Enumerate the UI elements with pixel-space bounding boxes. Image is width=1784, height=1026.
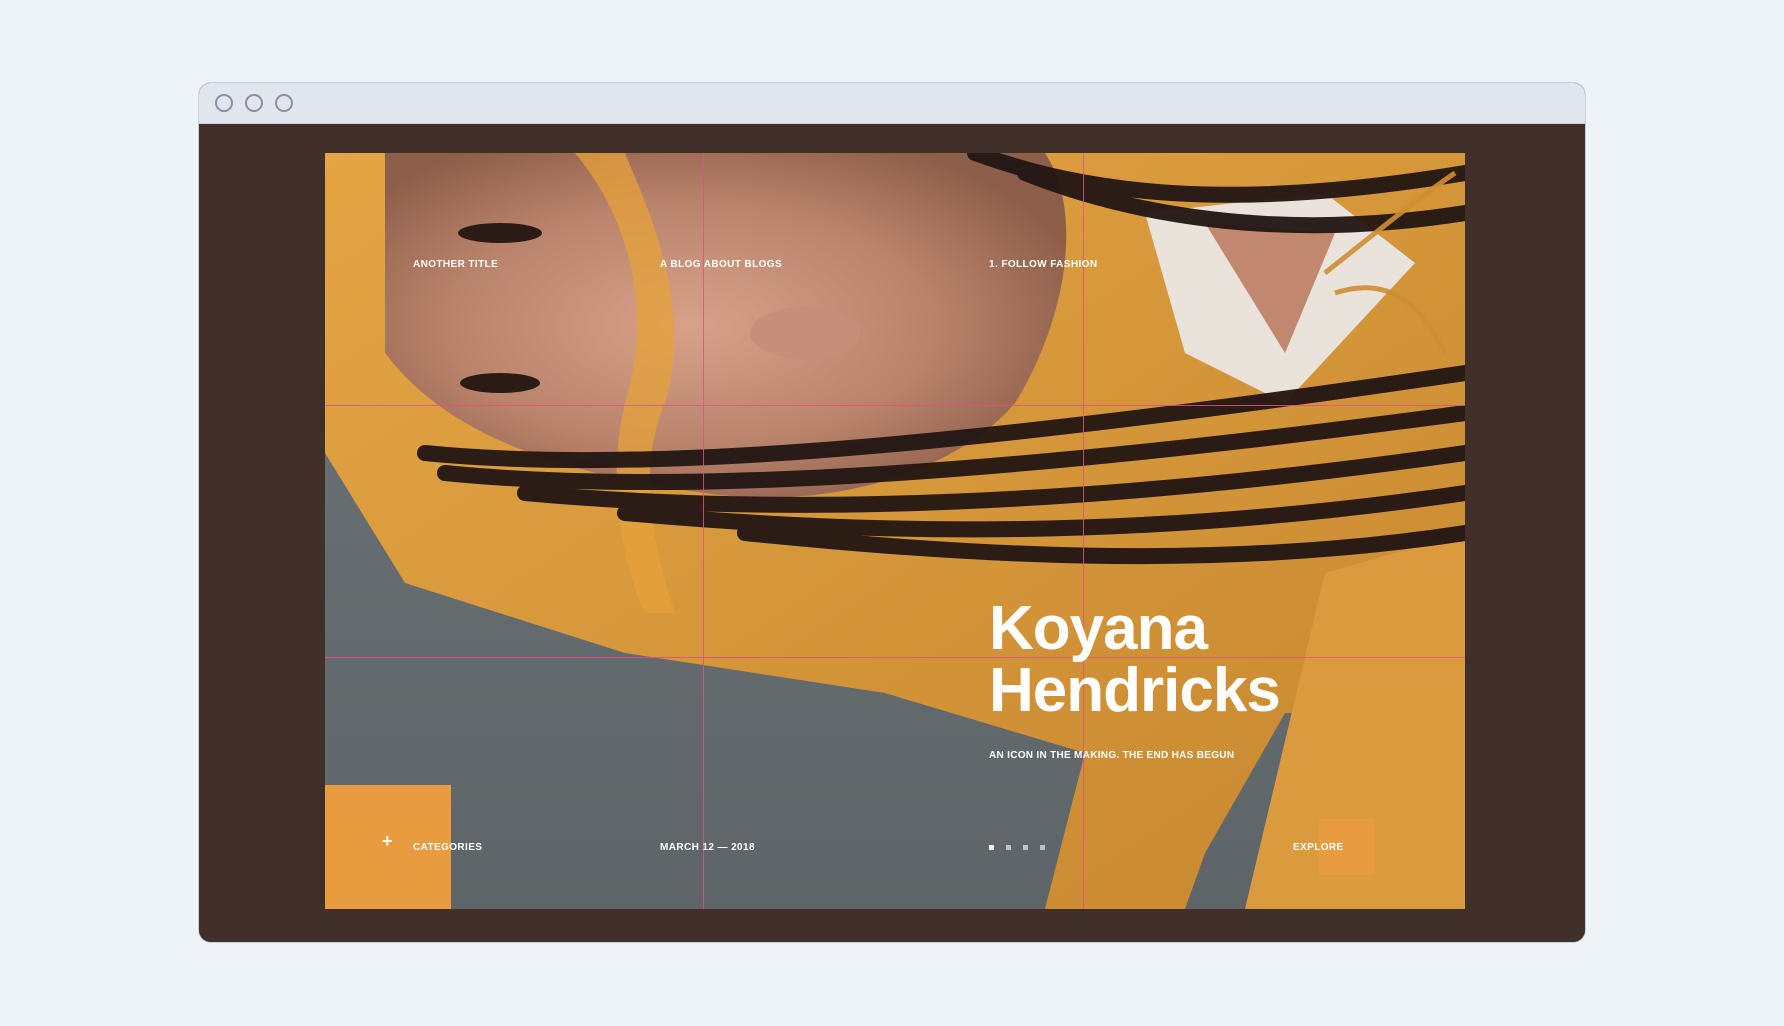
window-close-dot-icon[interactable]	[215, 94, 233, 112]
post-date: MARCH 12 — 2018	[660, 842, 755, 853]
window-minimize-dot-icon[interactable]	[245, 94, 263, 112]
pager-dot[interactable]	[1040, 845, 1045, 850]
hero-title: Koyana Hendricks	[989, 594, 1281, 725]
hero-subtitle: AN ICON IN THE MAKING. THE END HAS BEGUN	[989, 750, 1235, 761]
pager-dot[interactable]	[1006, 845, 1011, 850]
browser-window: ANOTHER TITLE A BLOG ABOUT BLOGS 1. FOLL…	[199, 83, 1585, 942]
plus-icon[interactable]: +	[382, 831, 393, 852]
pager-dot[interactable]	[1023, 845, 1028, 850]
grid-guide-horizontal	[325, 657, 1465, 658]
window-maximize-dot-icon[interactable]	[275, 94, 293, 112]
grid-guide-horizontal	[325, 405, 1465, 406]
site-viewport: ANOTHER TITLE A BLOG ABOUT BLOGS 1. FOLL…	[199, 124, 1585, 942]
hero-section: ANOTHER TITLE A BLOG ABOUT BLOGS 1. FOLL…	[325, 153, 1465, 909]
browser-titlebar	[199, 83, 1585, 124]
hero-title-line1: Koyana	[989, 594, 1208, 663]
nav-link-follow-fashion[interactable]: 1. FOLLOW FASHION	[989, 259, 1097, 270]
nav-link-another-title[interactable]: ANOTHER TITLE	[413, 259, 498, 270]
hero-title-line2: Hendricks	[989, 656, 1281, 725]
slide-pager	[989, 845, 1045, 850]
nav-link-blog-about-blogs[interactable]: A BLOG ABOUT BLOGS	[660, 259, 782, 270]
categories-link[interactable]: CATEGORIES	[413, 842, 482, 853]
pager-dot[interactable]	[989, 845, 994, 850]
explore-link[interactable]: EXPLORE	[1293, 842, 1344, 853]
